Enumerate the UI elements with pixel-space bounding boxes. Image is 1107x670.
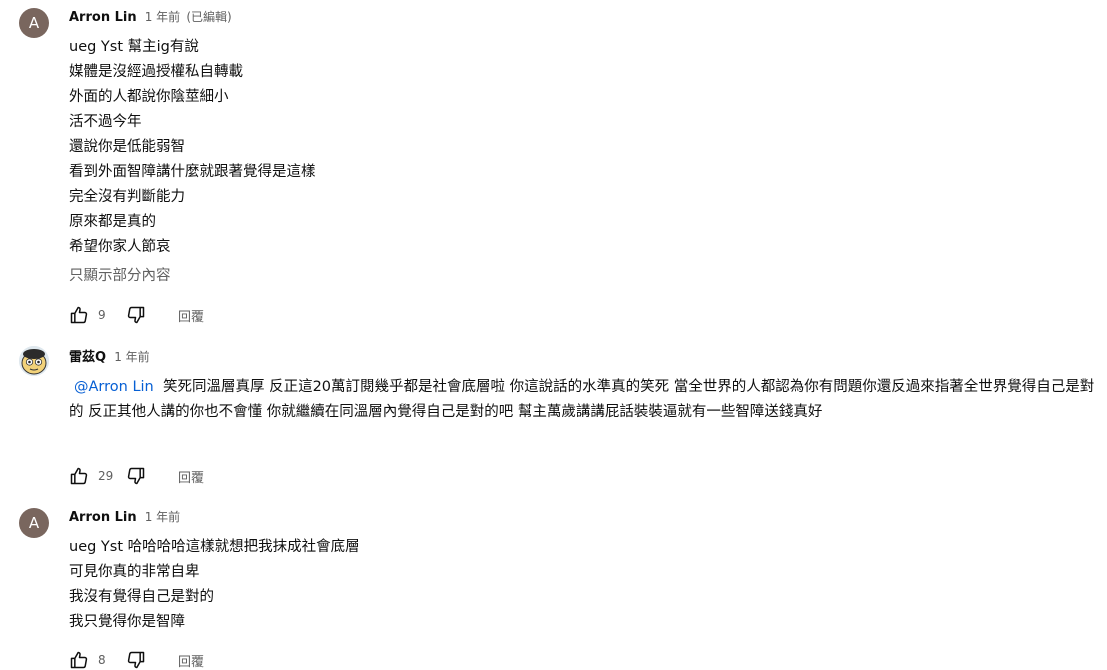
thumb-down-icon[interactable] bbox=[126, 650, 146, 670]
comment-line: 希望你家人節哀 bbox=[69, 239, 171, 255]
thumb-up-icon[interactable] bbox=[69, 305, 89, 325]
comment-header: Arron Lin 1 年前 bbox=[69, 508, 180, 527]
author-name[interactable]: Arron Lin bbox=[69, 10, 137, 25]
like-count: 8 bbox=[98, 653, 106, 667]
comment-line: 我只覺得你是智障 bbox=[69, 614, 185, 630]
comment-line: 還說你是低能弱智 bbox=[69, 139, 185, 155]
avatar-letter: A bbox=[28, 14, 40, 32]
thumb-up-icon[interactable] bbox=[69, 650, 89, 670]
comment-body: ueg Yst 哈哈哈哈這樣就想把我抹成社會底層 可見你真的非常自卑 我沒有覺得… bbox=[69, 535, 360, 635]
reply-button[interactable]: 回覆 bbox=[178, 306, 204, 325]
comment-line: 原來都是真的 bbox=[69, 214, 156, 230]
avatar[interactable]: A bbox=[19, 508, 49, 538]
comment-line: 活不過今年 bbox=[69, 114, 142, 130]
timestamp[interactable]: 1 年前 bbox=[114, 350, 149, 364]
comment-actions: 8 回覆 bbox=[69, 650, 204, 670]
comment-line: ueg Yst 幫主ig有說 bbox=[69, 39, 199, 55]
comment-text: @Arron Lin 笑死同溫層真厚 反正這20萬訂閱幾乎都是社會底層啦 你這說… bbox=[69, 375, 1099, 425]
comment-header: 雷茲Q 1 年前 bbox=[69, 348, 150, 367]
avatar-letter: A bbox=[28, 514, 40, 532]
mention-link[interactable]: @Arron Lin bbox=[74, 379, 154, 395]
avatar[interactable] bbox=[19, 346, 49, 376]
thumb-down-icon[interactable] bbox=[126, 305, 146, 325]
like-count: 9 bbox=[98, 308, 106, 322]
timestamp[interactable]: 1 年前 bbox=[145, 10, 180, 24]
comment-body: ueg Yst 幫主ig有說 媒體是沒經過授權私自轉載 外面的人都說你陰莖細小 … bbox=[69, 35, 316, 289]
comment-line: 媒體是沒經過授權私自轉載 bbox=[69, 64, 243, 80]
comment-line: 可見你真的非常自卑 bbox=[69, 564, 200, 580]
thumb-down-icon[interactable] bbox=[126, 466, 146, 486]
comment-actions: 29 回覆 bbox=[69, 466, 204, 486]
author-name[interactable]: 雷茲Q bbox=[69, 350, 106, 365]
cartoon-face-icon bbox=[19, 346, 49, 376]
comment-text-content: 笑死同溫層真厚 反正這20萬訂閱幾乎都是社會底層啦 你這說話的水準真的笑死 當全… bbox=[69, 379, 1095, 420]
comment-body: @Arron Lin 笑死同溫層真厚 反正這20萬訂閱幾乎都是社會底層啦 你這說… bbox=[69, 375, 1099, 425]
reply-button[interactable]: 回覆 bbox=[178, 467, 204, 486]
comment-line: 看到外面智障講什麼就跟著覺得是這樣 bbox=[69, 164, 316, 180]
author-name[interactable]: Arron Lin bbox=[69, 510, 137, 525]
like-count: 29 bbox=[98, 469, 114, 483]
read-more-button[interactable]: 只顯示部分內容 bbox=[69, 264, 316, 289]
thumb-up-icon[interactable] bbox=[69, 466, 89, 486]
edited-label: (已編輯) bbox=[186, 10, 232, 24]
avatar[interactable]: A bbox=[19, 8, 49, 38]
comment-line: 完全沒有判斷能力 bbox=[69, 189, 185, 205]
comment-header: Arron Lin 1 年前 (已編輯) bbox=[69, 8, 232, 27]
comment-line: ueg Yst 哈哈哈哈這樣就想把我抹成社會底層 bbox=[69, 539, 360, 555]
comment-line: 我沒有覺得自己是對的 bbox=[69, 589, 214, 605]
timestamp[interactable]: 1 年前 bbox=[145, 510, 180, 524]
comment-line: 外面的人都說你陰莖細小 bbox=[69, 89, 229, 105]
reply-button[interactable]: 回覆 bbox=[178, 651, 204, 670]
comment-actions: 9 回覆 bbox=[69, 305, 204, 325]
